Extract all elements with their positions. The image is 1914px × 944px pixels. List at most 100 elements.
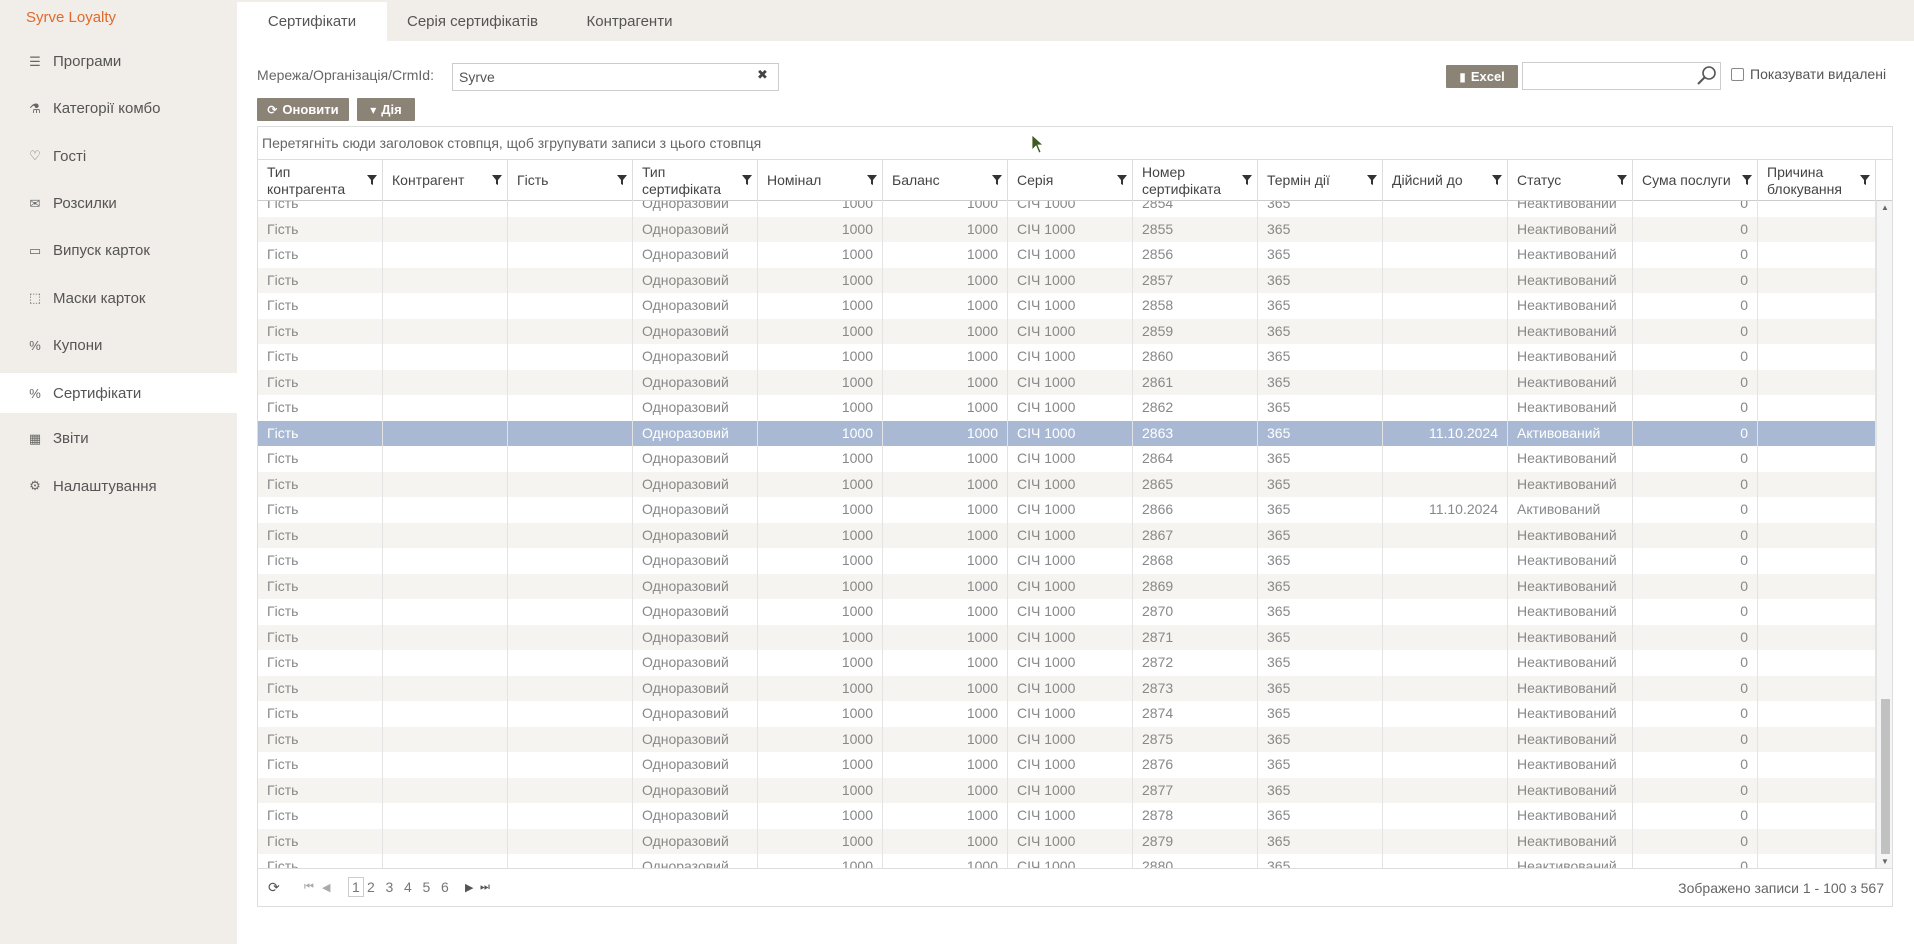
action-button[interactable]: ▾ Дія bbox=[357, 98, 415, 121]
cell-nominal: 1000 bbox=[758, 216, 883, 242]
prev-page-icon[interactable]: ◀ bbox=[322, 881, 330, 894]
column-header-term[interactable]: Термін дії bbox=[1258, 160, 1383, 201]
sidebar-item-heart[interactable]: ♡ Гості bbox=[0, 133, 237, 180]
tab-certificate-series[interactable]: Серія сертифікатів bbox=[387, 2, 558, 41]
filter-icon[interactable] bbox=[741, 174, 753, 186]
filter-icon[interactable] bbox=[1491, 174, 1503, 186]
filter-icon[interactable] bbox=[1366, 174, 1378, 186]
clear-filter-icon[interactable]: ✖ bbox=[757, 67, 768, 83]
cell-block-reason bbox=[1758, 216, 1876, 242]
column-header-guest[interactable]: Гість bbox=[508, 160, 633, 201]
table-row[interactable]: Гість Одноразовий 1000 1000 СІЧ 1000 2872 365 Н… bbox=[258, 650, 1892, 676]
page-2-link[interactable]: 2 bbox=[367, 879, 375, 895]
table-row[interactable]: Гість Одноразовий 1000 1000 СІЧ 1000 2871 365 Н… bbox=[258, 624, 1892, 650]
column-header-valid-until[interactable]: Дійсний до bbox=[1383, 160, 1508, 201]
column-header-status[interactable]: Статус bbox=[1508, 160, 1633, 201]
filter-icon[interactable] bbox=[1616, 174, 1628, 186]
table-row[interactable]: Гість Одноразовий 1000 1000 СІЧ 1000 2873 365 Н… bbox=[258, 675, 1892, 701]
table-row[interactable]: Гість Одноразовий 1000 1000 СІЧ 1000 2877 365 Н… bbox=[258, 777, 1892, 803]
table-row[interactable]: Гість Одноразовий 1000 1000 СІЧ 1000 2856 365 Н… bbox=[258, 242, 1892, 268]
table-row[interactable]: Гість Одноразовий 1000 1000 СІЧ 1000 2862 365 Н… bbox=[258, 395, 1892, 421]
scroll-up-icon[interactable]: ▲ bbox=[1881, 203, 1889, 212]
table-row[interactable]: Гість Одноразовий 1000 1000 СІЧ 1000 2864 365 Н… bbox=[258, 446, 1892, 472]
table-row[interactable]: Гість Одноразовий 1000 1000 СІЧ 1000 2878 365 Н… bbox=[258, 803, 1892, 829]
table-row[interactable]: Гість Одноразовий 1000 1000 СІЧ 1000 2875 365 Н… bbox=[258, 726, 1892, 752]
sidebar-item-list[interactable]: ☰ Програми bbox=[0, 38, 237, 85]
cell-status: Неактивований bbox=[1508, 726, 1633, 752]
column-header-series[interactable]: Серія bbox=[1008, 160, 1133, 201]
table-row[interactable]: Гість Одноразовий 1000 1000 СІЧ 1000 2865 365 Н… bbox=[258, 471, 1892, 497]
reload-icon[interactable]: ⟳ bbox=[268, 879, 280, 896]
filter-icon[interactable] bbox=[991, 174, 1003, 186]
filter-icon[interactable] bbox=[491, 174, 503, 186]
page-1-link[interactable]: 1 bbox=[348, 877, 364, 897]
cell-contractor bbox=[383, 548, 508, 574]
scrollbar-thumb[interactable] bbox=[1881, 699, 1890, 854]
grid-body[interactable]: Гість Одноразовий 1000 1000 СІЧ 1000 2854 365 Н… bbox=[258, 201, 1892, 868]
search-input[interactable] bbox=[1522, 62, 1721, 90]
table-row[interactable]: Гість Одноразовий 1000 1000 СІЧ 1000 2879 365 Н… bbox=[258, 828, 1892, 854]
page-5-link[interactable]: 5 bbox=[423, 879, 431, 895]
filter-icon[interactable] bbox=[1859, 174, 1871, 186]
filter-icon[interactable] bbox=[366, 174, 378, 186]
sidebar-item-envelope[interactable]: ✉ Розсилки bbox=[0, 180, 237, 227]
tab-certificates[interactable]: Сертифікати bbox=[237, 2, 387, 41]
sidebar-item-report[interactable]: ▦ Звіти bbox=[0, 415, 237, 462]
page-3-link[interactable]: 3 bbox=[386, 879, 394, 895]
page-6-link[interactable]: 6 bbox=[441, 879, 449, 895]
cell-block-reason bbox=[1758, 369, 1876, 395]
filter-icon[interactable] bbox=[1116, 174, 1128, 186]
table-row[interactable]: Гість Одноразовий 1000 1000 СІЧ 1000 2861 365 Н… bbox=[258, 369, 1892, 395]
table-row[interactable]: Гість Одноразовий 1000 1000 СІЧ 1000 2870 365 Н… bbox=[258, 599, 1892, 625]
brand-logo[interactable]: Syrve Loyalty bbox=[26, 9, 116, 26]
sidebar-item-gear[interactable]: ⚙ Налаштування bbox=[0, 462, 237, 509]
table-row[interactable]: Гість Одноразовий 1000 1000 СІЧ 1000 2854 365 Н… bbox=[258, 201, 1892, 217]
sidebar-item-combo[interactable]: ⚗ Категорії комбо bbox=[0, 85, 237, 132]
table-row[interactable]: Гість Одноразовий 1000 1000 СІЧ 1000 2868 365 Н… bbox=[258, 548, 1892, 574]
page-4-link[interactable]: 4 bbox=[404, 879, 412, 895]
tab-contractors[interactable]: Контрагенти bbox=[558, 2, 701, 41]
sidebar-item-card-mask[interactable]: ⬚ Маски карток bbox=[0, 274, 237, 321]
filter-input[interactable] bbox=[452, 63, 779, 91]
next-page-icon[interactable]: ▶ bbox=[465, 881, 473, 894]
filter-icon[interactable] bbox=[616, 174, 628, 186]
sidebar-item-card[interactable]: ▭ Випуск карток bbox=[0, 227, 237, 274]
refresh-button[interactable]: ⟳ Оновити bbox=[257, 98, 349, 121]
scroll-down-icon[interactable]: ▼ bbox=[1881, 857, 1889, 866]
table-row[interactable]: Гість Одноразовий 1000 1000 СІЧ 1000 2855 365 Н… bbox=[258, 216, 1892, 242]
column-header-contractor[interactable]: Контрагент bbox=[383, 160, 508, 201]
table-row[interactable]: Гість Одноразовий 1000 1000 СІЧ 1000 2867 365 Н… bbox=[258, 522, 1892, 548]
filter-icon[interactable] bbox=[866, 174, 878, 186]
table-row[interactable]: Гість Одноразовий 1000 1000 СІЧ 1000 2869 365 Н… bbox=[258, 573, 1892, 599]
cell-service-sum: 0 bbox=[1633, 318, 1758, 344]
column-header-nominal[interactable]: Номінал bbox=[758, 160, 883, 201]
filter-icon[interactable] bbox=[1241, 174, 1253, 186]
table-row[interactable]: Гість Одноразовий 1000 1000 СІЧ 1000 2860 365 Н… bbox=[258, 344, 1892, 370]
cell-type: Гість bbox=[258, 701, 383, 727]
column-header-block-reason[interactable]: Причина блокування bbox=[1758, 160, 1876, 201]
column-header-service-sum[interactable]: Сума послуги bbox=[1633, 160, 1758, 201]
sidebar-item-certificate[interactable]: % Сертифікати bbox=[0, 373, 237, 414]
column-header-number[interactable]: Номер сертифіката bbox=[1133, 160, 1258, 201]
table-row[interactable]: Гість Одноразовий 1000 1000 СІЧ 1000 2866 365 1… bbox=[258, 497, 1892, 523]
table-row[interactable]: Гість Одноразовий 1000 1000 СІЧ 1000 2859 365 Н… bbox=[258, 318, 1892, 344]
cell-contractor bbox=[383, 216, 508, 242]
last-page-icon[interactable]: ⏭ bbox=[480, 881, 490, 894]
show-deleted-checkbox[interactable] bbox=[1731, 68, 1744, 81]
table-row[interactable]: Гість Одноразовий 1000 1000 СІЧ 1000 2876 365 Н… bbox=[258, 752, 1892, 778]
first-page-icon[interactable]: ⏮ bbox=[304, 881, 314, 894]
filter-icon[interactable] bbox=[1741, 174, 1753, 186]
vertical-scrollbar[interactable]: ▲ ▼ bbox=[1876, 201, 1892, 868]
column-header-balance[interactable]: Баланс bbox=[883, 160, 1008, 201]
column-header-type[interactable]: Тип контрагента bbox=[258, 160, 383, 201]
table-row[interactable]: Гість Одноразовий 1000 1000 СІЧ 1000 2857 365 Н… bbox=[258, 267, 1892, 293]
table-row[interactable]: Гість Одноразовий 1000 1000 СІЧ 1000 2874 365 Н… bbox=[258, 701, 1892, 727]
column-header-cert-type[interactable]: Тип сертифіката bbox=[633, 160, 758, 201]
search-icon[interactable] bbox=[1696, 64, 1718, 88]
table-row[interactable]: Гість Одноразовий 1000 1000 СІЧ 1000 2858 365 Н… bbox=[258, 293, 1892, 319]
group-panel[interactable]: Перетягніть сюди заголовок стовпця, щоб … bbox=[257, 126, 1893, 159]
table-row[interactable]: Гість Одноразовий 1000 1000 СІЧ 1000 2880 365 Н… bbox=[258, 854, 1892, 868]
sidebar-item-coupon[interactable]: % Купони bbox=[0, 322, 237, 369]
table-row[interactable]: Гість Одноразовий 1000 1000 СІЧ 1000 2863 365 1… bbox=[258, 420, 1892, 446]
excel-button[interactable]: ▮ Excel bbox=[1446, 65, 1518, 88]
